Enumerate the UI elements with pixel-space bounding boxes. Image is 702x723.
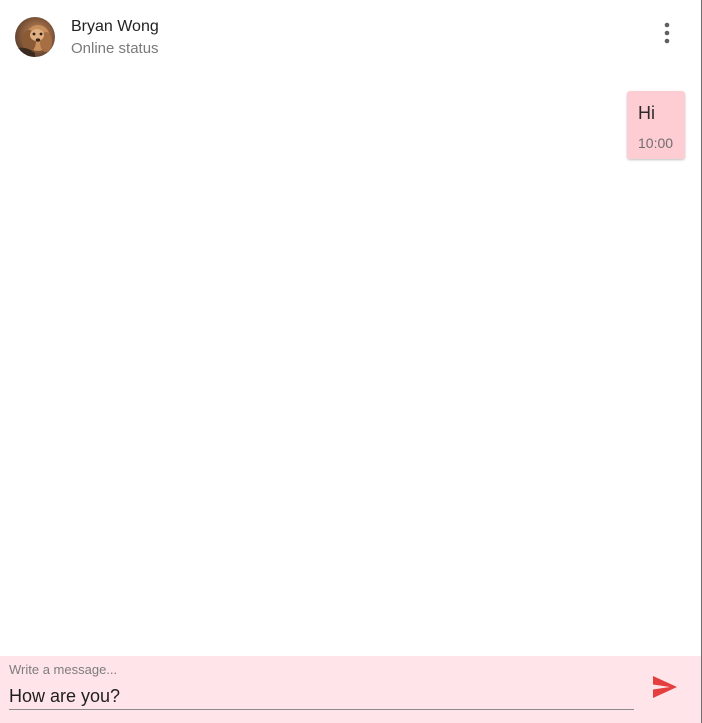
message-input[interactable] [9,683,634,710]
message-text: Hi [638,103,655,123]
more-vertical-icon [664,22,670,44]
contact-name: Bryan Wong [71,18,159,35]
send-icon [653,676,677,698]
message-input-label: Write a message... [9,662,118,677]
message-list[interactable]: Hi 10:00 [0,76,701,656]
message-composer: Write a message... [0,656,701,723]
dog-photo-icon [15,25,52,57]
chat-window: Bryan Wong Online status Hi 10:00 Write … [0,0,702,723]
send-button[interactable] [651,674,679,700]
more-options-button[interactable] [655,20,679,46]
avatar[interactable] [15,17,55,57]
outgoing-message[interactable]: Hi 10:00 [627,91,685,159]
message-time: 10:00 [638,135,674,151]
chat-header: Bryan Wong Online status [0,0,701,76]
contact-status: Online status [71,40,159,57]
